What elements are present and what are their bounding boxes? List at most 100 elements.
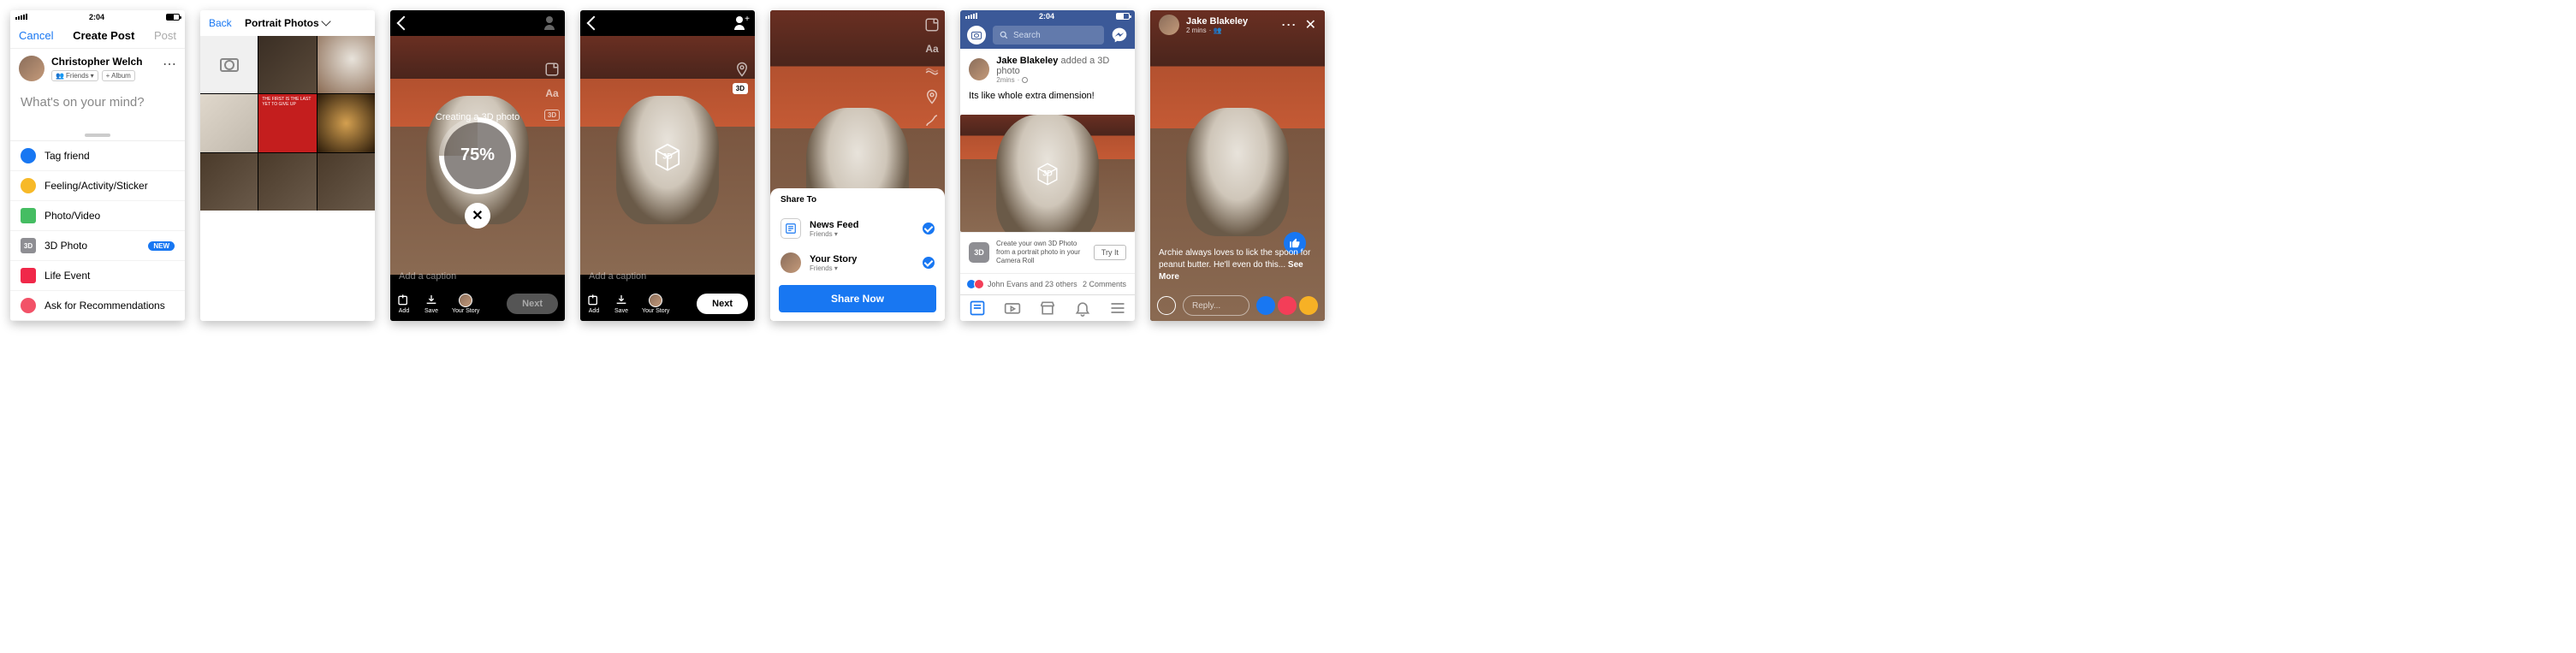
haha-reaction[interactable]: [1299, 296, 1318, 315]
tab-marketplace-icon[interactable]: [1039, 300, 1056, 317]
close-button[interactable]: ✕: [465, 203, 490, 229]
add-button[interactable]: Add: [397, 294, 411, 314]
caption-text: Archie always loves to lick the spoon fo…: [1159, 247, 1316, 283]
reply-input[interactable]: Reply...: [1183, 295, 1249, 316]
next-button[interactable]: Next: [697, 294, 748, 314]
status-bar: 2:04: [10, 10, 185, 23]
draw-tool-icon[interactable]: [924, 113, 940, 128]
love-reaction[interactable]: [1278, 296, 1297, 315]
signal-icon: [965, 13, 977, 19]
check-icon[interactable]: [923, 257, 935, 269]
author-name[interactable]: Jake Blakeley: [996, 56, 1058, 66]
photo-tile[interactable]: [318, 36, 375, 93]
camera-icon[interactable]: [1157, 296, 1176, 315]
close-icon[interactable]: ✕: [1305, 16, 1316, 34]
battery-icon: [166, 14, 180, 21]
tag-people-icon[interactable]: +: [733, 16, 746, 30]
ask-recommendations-icon: [21, 298, 36, 313]
location-tool-icon[interactable]: [924, 89, 940, 104]
text-tool-icon[interactable]: Aa: [924, 41, 940, 56]
check-icon[interactable]: [923, 223, 935, 234]
attachment-menu: Tag friend Feeling/Activity/Sticker Phot…: [10, 140, 185, 321]
camera-tile[interactable]: [200, 36, 258, 93]
menu-feeling[interactable]: Feeling/Activity/Sticker: [10, 171, 185, 201]
camera-button[interactable]: [967, 26, 986, 45]
photo-preview[interactable]: 3D 3D: [580, 36, 755, 275]
3d-photo-icon: 3D: [21, 238, 36, 253]
cancel-button[interactable]: Cancel: [19, 29, 53, 42]
photo-tile[interactable]: [318, 153, 375, 211]
album-title[interactable]: Portrait Photos: [245, 17, 319, 29]
clock: 2:04: [27, 13, 166, 21]
caption-input[interactable]: Add a caption: [390, 266, 565, 287]
avatar[interactable]: [969, 58, 989, 80]
composer-input[interactable]: What's on your mind?: [10, 88, 185, 116]
add-icon: [397, 294, 411, 307]
messenger-button[interactable]: [1111, 27, 1128, 44]
next-button[interactable]: Next: [507, 294, 558, 314]
search-input[interactable]: Search: [993, 26, 1104, 45]
your-story-button[interactable]: Your Story: [452, 294, 479, 314]
caption-input[interactable]: Add a caption: [580, 266, 755, 287]
share-now-button[interactable]: Share Now: [779, 285, 936, 312]
your-story-button[interactable]: Your Story: [642, 294, 669, 314]
back-button[interactable]: Back: [209, 17, 232, 29]
camera-top-bar: [390, 10, 565, 36]
reactions-bar[interactable]: John Evans and 23 others 2 Comments: [960, 274, 1135, 294]
sticker-tool-icon[interactable]: [924, 17, 940, 33]
menu-tag-friend[interactable]: Tag friend: [10, 141, 185, 171]
tab-notifications-icon[interactable]: [1074, 300, 1091, 317]
screen-creating-3d: Aa 3D Creating a 3D photo 75% ✕ Add a ca…: [390, 10, 565, 321]
post-text: Its like whole extra dimension!: [969, 91, 1126, 101]
author-name[interactable]: Jake Blakeley: [1186, 16, 1248, 27]
menu-ask-recommendations[interactable]: Ask for Recommendations: [10, 291, 185, 321]
location-tool-icon[interactable]: [734, 62, 750, 77]
feed-post: Jake Blakeley added a 3D photo 2mins · I…: [960, 49, 1135, 115]
add-button[interactable]: Add: [587, 294, 601, 314]
back-icon[interactable]: [397, 16, 412, 31]
sticker-tool-icon[interactable]: [544, 62, 560, 77]
more-icon[interactable]: ⋯: [163, 56, 176, 73]
avatar[interactable]: [19, 56, 45, 81]
tab-watch-icon[interactable]: [1004, 300, 1021, 317]
reactions-text[interactable]: John Evans and 23 others: [988, 280, 1077, 288]
like-reaction[interactable]: [1256, 296, 1275, 315]
photo-tile[interactable]: THE FIRST IS THE LAST YET TO GIVE UP: [258, 94, 316, 151]
facebook-header: Search: [960, 22, 1135, 49]
album-chip[interactable]: + Album: [102, 70, 135, 81]
menu-3d-photo[interactable]: 3D3D PhotoNEW: [10, 231, 185, 261]
text-tool-icon[interactable]: Aa: [544, 86, 560, 101]
more-icon[interactable]: ⋯: [1281, 16, 1297, 34]
post-image[interactable]: 3D: [960, 115, 1135, 232]
photo-tile[interactable]: [258, 36, 316, 93]
screen-share-sheet: Aa Share To News FeedFriends ▾ Your Stor…: [770, 10, 945, 321]
save-button[interactable]: Save: [424, 294, 438, 314]
3d-tool-icon[interactable]: 3D: [544, 110, 560, 121]
save-button[interactable]: Save: [614, 294, 628, 314]
chevron-down-icon[interactable]: [321, 16, 330, 26]
back-icon[interactable]: [587, 16, 602, 31]
post-time: 2 mins: [1186, 27, 1207, 34]
share-your-story[interactable]: Your StoryFriends ▾: [770, 246, 945, 280]
post-button[interactable]: Post: [154, 29, 176, 42]
photo-preview[interactable]: Jake Blakeley 2 mins · 👥 ⋯ ✕ Archie alwa…: [1150, 10, 1325, 321]
audience-chip[interactable]: 👥 Friends ▾: [51, 70, 98, 81]
photo-tile[interactable]: [200, 153, 258, 211]
photo-tile[interactable]: [318, 94, 375, 151]
photo-tile[interactable]: [200, 94, 258, 151]
avatar[interactable]: [1159, 15, 1179, 35]
tag-people-icon[interactable]: [543, 16, 556, 30]
photo-tile[interactable]: [258, 153, 316, 211]
menu-life-event[interactable]: Life Event: [10, 261, 185, 291]
tab-menu-icon[interactable]: [1109, 300, 1126, 317]
messenger-icon: [1111, 27, 1128, 44]
effects-tool-icon[interactable]: [924, 65, 940, 80]
camera-icon: [971, 32, 982, 39]
nav-bar: Back Portrait Photos: [200, 10, 375, 36]
try-it-button[interactable]: Try It: [1094, 245, 1126, 260]
share-newsfeed[interactable]: News FeedFriends ▾: [770, 211, 945, 246]
sheet-handle[interactable]: [85, 134, 110, 137]
comments-link[interactable]: 2 Comments: [1083, 280, 1126, 288]
menu-photo-video[interactable]: Photo/Video: [10, 201, 185, 231]
tab-feed-icon[interactable]: [969, 300, 986, 317]
